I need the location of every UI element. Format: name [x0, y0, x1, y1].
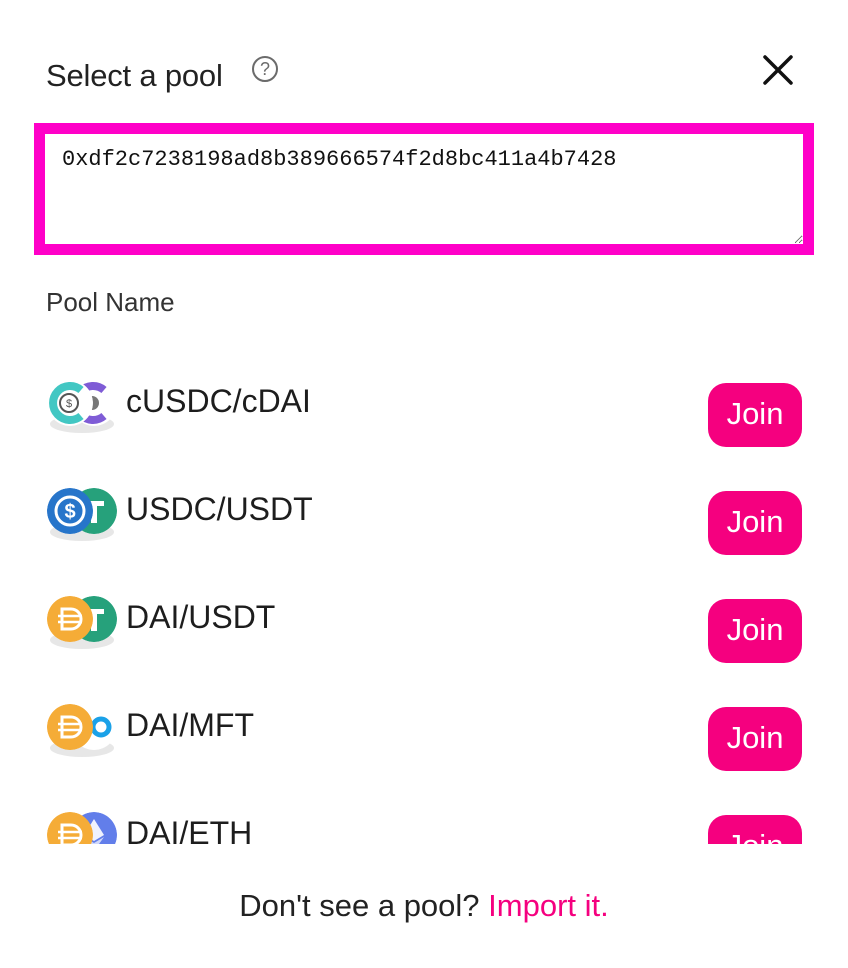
footer-text: Don't see a pool?	[239, 888, 480, 923]
dai-icon	[47, 704, 93, 750]
join-button[interactable]: Join	[708, 599, 802, 663]
pool-list: $ cUSDC/cDAI Join $ USDC/USDT Join DAI/U…	[44, 345, 808, 844]
pool-row: $ USDC/USDT Join	[44, 471, 808, 555]
pool-token-icons	[44, 589, 120, 651]
pool-token-icons: $	[44, 481, 120, 543]
pool-row: DAI/USDT Join	[44, 579, 808, 663]
pool-name: DAI/USDT	[126, 599, 276, 635]
pool-row: DAI/ETH Join	[44, 795, 808, 844]
pool-name: DAI/MFT	[126, 707, 254, 743]
svg-text:$: $	[64, 501, 75, 523]
pool-token-icons	[44, 805, 120, 844]
pool-search-input[interactable]	[45, 134, 803, 244]
pool-row: $ cUSDC/cDAI Join	[44, 363, 808, 447]
search-highlight-frame	[34, 123, 814, 255]
dai-icon	[47, 596, 93, 642]
column-header-pool-name: Pool Name	[46, 287, 175, 317]
cusdc-icon: $	[47, 380, 93, 426]
pool-token-icons: $	[44, 373, 120, 435]
join-button[interactable]: Join	[708, 383, 802, 447]
pool-name: USDC/USDT	[126, 491, 313, 527]
join-button[interactable]: Join	[708, 491, 802, 555]
join-button[interactable]: Join	[708, 707, 802, 771]
question-circle-icon[interactable]: ?	[252, 56, 278, 82]
modal-title: Select a pool	[46, 58, 223, 93]
modal-header: Select a pool ?	[46, 52, 806, 102]
close-icon[interactable]	[760, 52, 796, 88]
pool-name: cUSDC/cDAI	[126, 383, 311, 419]
pool-row: DAI/MFT Join	[44, 687, 808, 771]
pool-name: DAI/ETH	[126, 815, 253, 844]
import-footer: Don't see a pool? Import it.	[0, 888, 848, 924]
join-button[interactable]: Join	[708, 815, 802, 844]
pool-token-icons	[44, 697, 120, 759]
svg-text:$: $	[66, 398, 72, 410]
usdc-icon: $	[47, 488, 93, 534]
import-pool-link[interactable]: Import it.	[488, 888, 609, 923]
